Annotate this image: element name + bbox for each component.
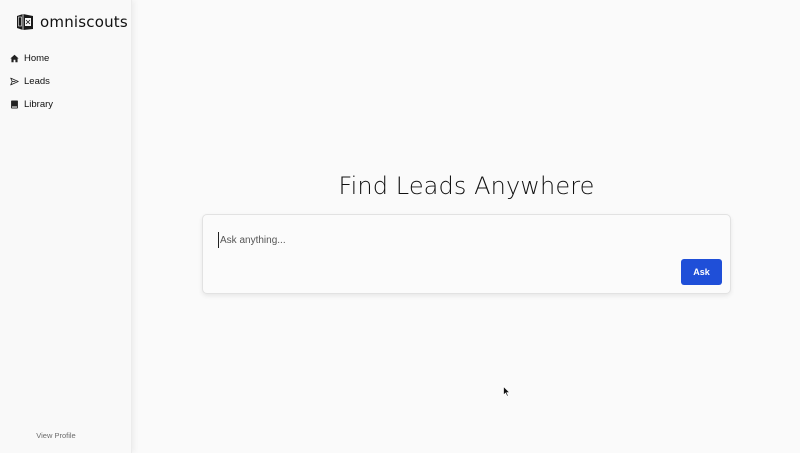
sidebar-item-label: Library	[24, 99, 54, 110]
mouse-pointer-icon	[503, 386, 511, 397]
sidebar-item-home[interactable]: Home	[10, 47, 125, 70]
brand[interactable]: omniscouts	[15, 13, 128, 31]
brand-name: omniscouts	[40, 13, 128, 31]
home-icon	[10, 54, 19, 63]
box-logo-icon	[17, 14, 33, 30]
book-icon	[11, 100, 18, 109]
sidebar-item-leads[interactable]: Leads	[10, 70, 125, 93]
page-title: Find Leads Anywhere	[338, 172, 595, 200]
ask-button[interactable]: Ask	[681, 259, 722, 285]
sidebar-item-label: Home	[24, 53, 50, 64]
ask-input[interactable]	[218, 232, 678, 248]
ask-card: Ask	[202, 214, 731, 294]
sidebar-item-label: Leads	[24, 76, 50, 87]
view-profile-link[interactable]: View Profile	[0, 431, 112, 440]
sidebar-item-library[interactable]: Library	[10, 93, 125, 116]
sidebar: omniscouts Home Leads Library View Profi…	[0, 0, 132, 453]
app-window: omniscouts Home Leads Library View Profi…	[0, 0, 800, 453]
sidebar-nav: Home Leads Library	[10, 47, 125, 116]
send-icon	[10, 77, 19, 86]
